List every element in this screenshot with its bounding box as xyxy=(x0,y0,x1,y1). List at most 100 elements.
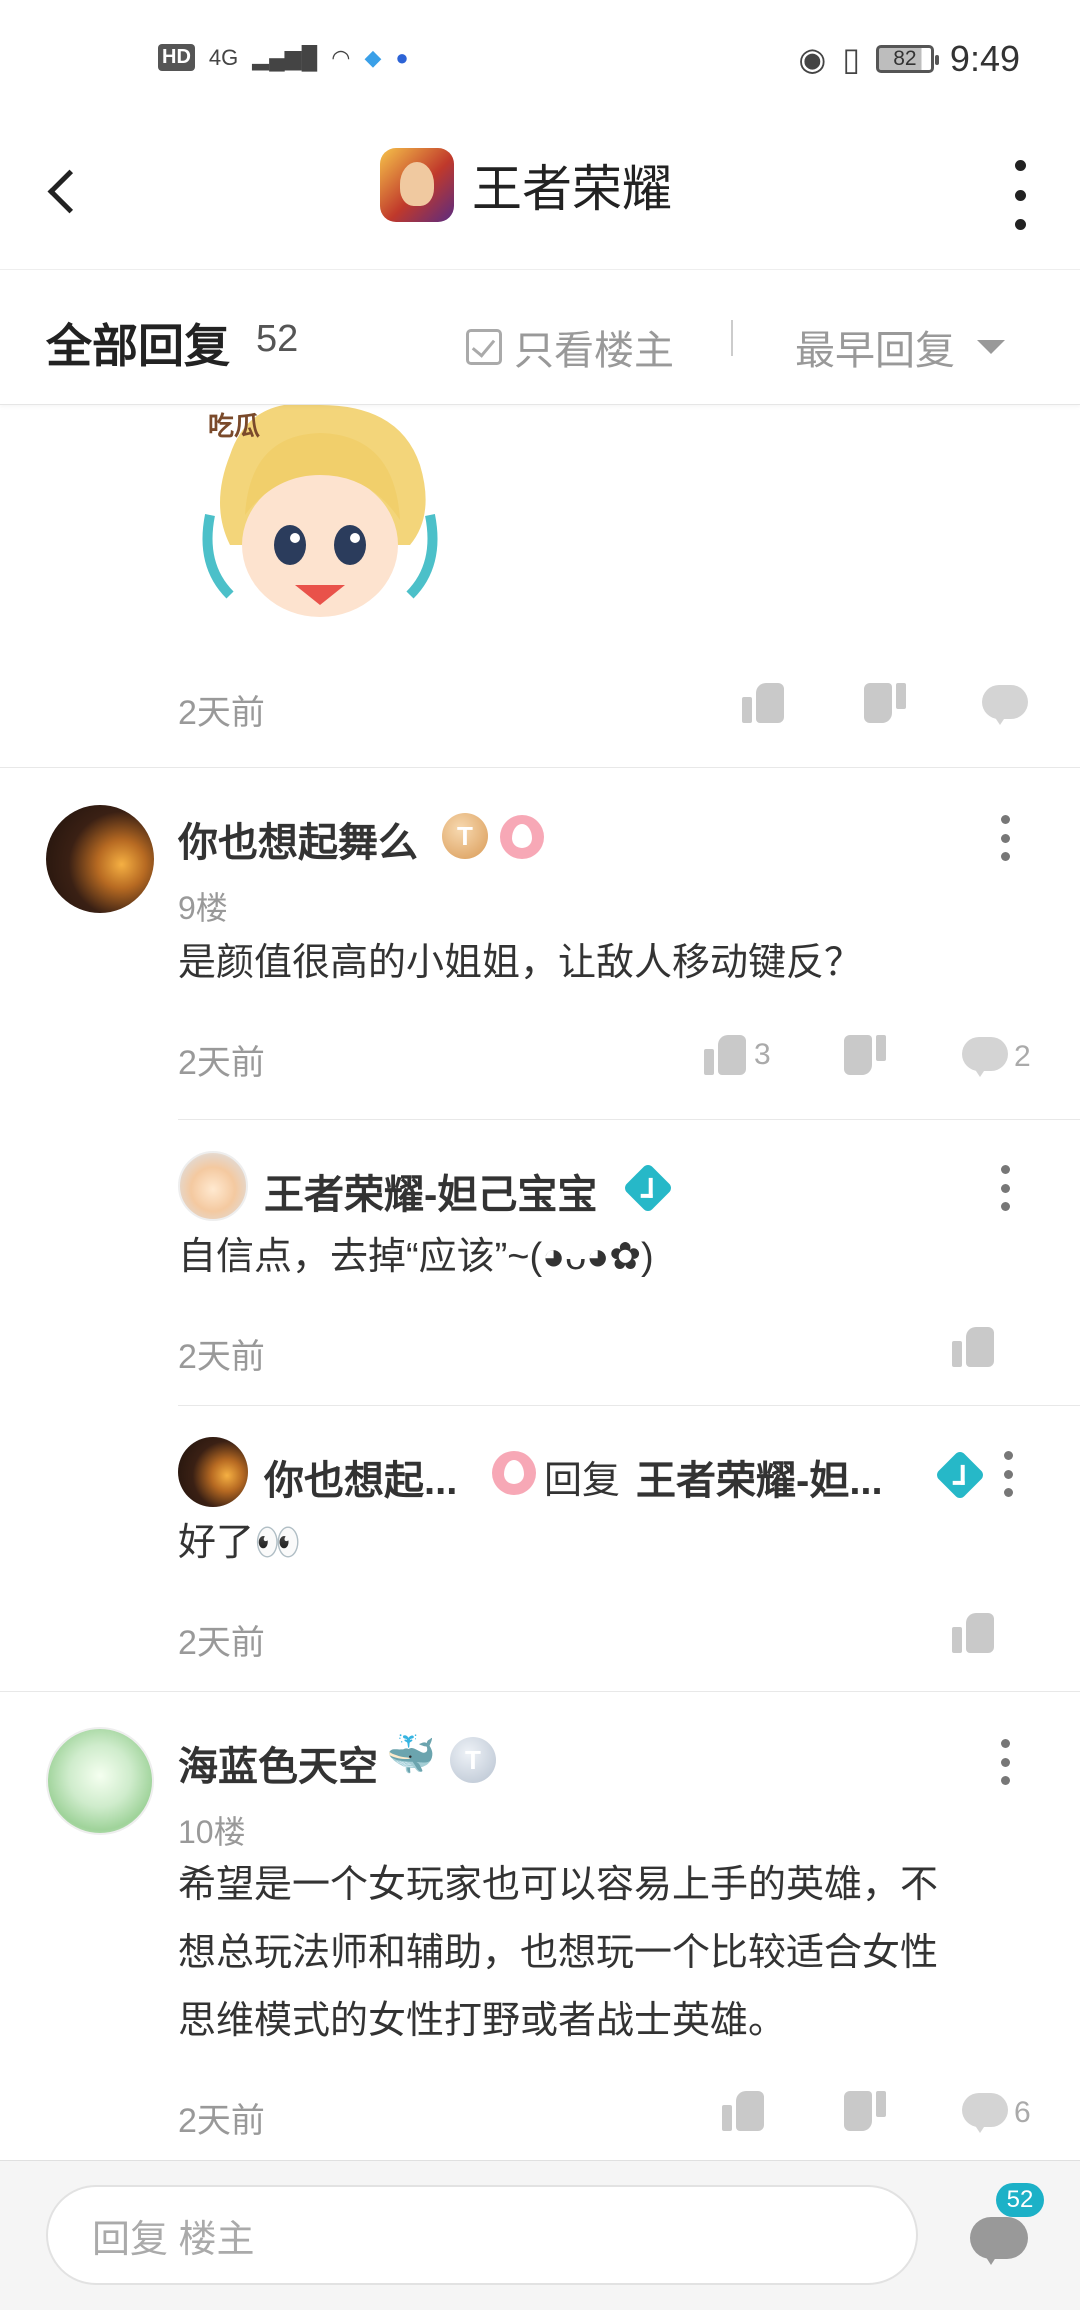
floor-number: 9楼 xyxy=(178,890,228,926)
verified-icon xyxy=(934,1449,986,1501)
all-replies-title: 全部回复 xyxy=(46,320,230,372)
like-button[interactable] xyxy=(952,1611,996,1655)
verified-icon xyxy=(622,1162,674,1214)
comment-more-icon[interactable] xyxy=(999,815,1011,861)
comment-author[interactable]: 海蓝色天空 xyxy=(178,1734,378,1792)
comment-time: 2天前 xyxy=(178,2102,265,2140)
reply-more-icon[interactable] xyxy=(999,1165,1011,1211)
divider xyxy=(0,767,1080,768)
like-button[interactable] xyxy=(722,2089,766,2133)
status-bar: HD 4G ▂▄▆█ ◠ ◆ ● ◉ ▯ 82 9:49 xyxy=(0,0,1080,120)
fire-badge-icon xyxy=(492,1451,536,1495)
page-title: 王者荣耀 xyxy=(472,161,672,217)
fire-badge-icon xyxy=(500,815,544,859)
thumbs-up-icon xyxy=(952,1611,996,1655)
network-type: 4G xyxy=(208,44,239,70)
status-time: 9:49 xyxy=(949,38,1020,79)
reply-filter-bar: 全部回复 52 只看楼主 最早回复 xyxy=(0,270,1080,405)
level-badge-icon: T xyxy=(450,1737,496,1783)
reply-more-icon[interactable] xyxy=(1002,1451,1014,1497)
title-bar: 王者荣耀 xyxy=(0,120,1080,270)
avatar[interactable] xyxy=(178,1151,248,1221)
like-button[interactable] xyxy=(742,681,786,725)
comment-button[interactable] xyxy=(982,685,1028,725)
like-button[interactable]: 3 xyxy=(704,1033,771,1077)
app-icon: ◆ xyxy=(364,44,382,70)
thumbs-up-icon xyxy=(722,2089,766,2133)
comment-button[interactable]: 2 xyxy=(962,1037,1031,1077)
hd-icon: HD xyxy=(158,44,195,71)
reply-list[interactable]: 吃瓜 2天前 你也想起舞么 T 9楼 是颜值很高的小姐姐，让敌人移动键反？ 2天… xyxy=(0,405,1080,2160)
battery-icon: 82 xyxy=(875,45,939,73)
comment-icon xyxy=(962,1037,1008,1077)
signal-icon: ▂▄▆█ xyxy=(252,44,318,70)
whale-icon: 🐳 xyxy=(386,1733,436,1777)
vibrate-icon: ▯ xyxy=(842,41,860,77)
like-button[interactable] xyxy=(952,1325,996,1369)
thumbs-down-icon xyxy=(842,1033,886,1077)
wifi-icon: ◠ xyxy=(331,44,351,70)
comment-author[interactable]: 你也想起舞么 xyxy=(178,810,418,868)
caret-down-icon xyxy=(977,340,1005,354)
svg-text:吃瓜: 吃瓜 xyxy=(208,412,260,442)
chevron-left-icon[interactable] xyxy=(40,162,90,222)
avatar[interactable] xyxy=(46,805,154,913)
reply-author[interactable]: 你也想起... xyxy=(264,1448,457,1506)
post-time: 2天前 xyxy=(178,694,265,732)
dislike-button[interactable] xyxy=(842,2089,886,2133)
divider xyxy=(178,1119,1080,1120)
dislike-button[interactable] xyxy=(842,1033,886,1077)
forum-title[interactable]: 王者荣耀 xyxy=(380,148,672,222)
sort-dropdown[interactable]: 最早回复 xyxy=(795,318,1005,376)
comment-text: 希望是一个女玩家也可以容易上手的英雄，不 想总玩法师和辅助，也想玩一个比较适合女… xyxy=(178,1851,1038,2055)
thumbs-up-icon xyxy=(742,681,786,725)
reply-word: 回复 xyxy=(544,1460,621,1502)
comment-text: 是颜值很高的小姐姐，让敌人移动键反？ xyxy=(178,942,863,984)
more-vertical-icon[interactable] xyxy=(1010,160,1030,230)
comment-line: 希望是一个女玩家也可以容易上手的英雄，不 xyxy=(178,1864,939,1906)
divider xyxy=(178,1405,1080,1406)
thumbs-up-icon xyxy=(704,1033,748,1077)
status-left: HD 4G ▂▄▆█ ◠ ◆ ● xyxy=(158,44,409,71)
avatar[interactable] xyxy=(178,1437,248,1507)
dislike-button[interactable] xyxy=(862,681,906,725)
reply-text: 自信点，去掉“应该”~(◕ᴗ◕✿) xyxy=(178,1236,654,1278)
comment-count-badge: 52 xyxy=(996,2183,1044,2217)
avatar[interactable] xyxy=(46,1727,154,1835)
reply-text: 好了👀 xyxy=(178,1522,302,1564)
level-badge-icon: T xyxy=(442,813,488,859)
reply-count: 6 xyxy=(1014,2096,1031,2129)
status-right: ◉ ▯ 82 9:49 xyxy=(798,38,1020,80)
only-op-toggle[interactable]: 只看楼主 xyxy=(466,318,674,376)
reply-time: 2天前 xyxy=(178,1338,265,1376)
reply-count: 52 xyxy=(256,318,299,360)
eye-icon: ◉ xyxy=(798,41,827,77)
reply-input[interactable]: 回复 楼主 xyxy=(46,2185,918,2285)
divider xyxy=(731,320,733,356)
divider xyxy=(0,1691,1080,1692)
floor-number: 10楼 xyxy=(178,1814,246,1850)
sticker-image: 吃瓜 xyxy=(202,405,438,617)
comment-time: 2天前 xyxy=(178,1044,265,1082)
bottom-bar: 回复 楼主 52 xyxy=(0,2160,1080,2310)
comment-more-icon[interactable] xyxy=(999,1739,1011,1785)
reply-count: 2 xyxy=(1014,1040,1031,1073)
comment-list-icon[interactable] xyxy=(970,2217,1028,2267)
reply-target[interactable]: 王者荣耀-妲... xyxy=(636,1448,883,1506)
only-op-label: 只看楼主 xyxy=(514,329,674,373)
game-logo-icon xyxy=(380,148,454,222)
reply-time: 2天前 xyxy=(178,1624,265,1662)
sort-label: 最早回复 xyxy=(795,329,955,373)
checkbox-icon xyxy=(466,329,502,365)
comment-line: 思维模式的女性打野或者战士英雄。 xyxy=(178,2000,787,2042)
like-count: 3 xyxy=(754,1038,771,1071)
comment-line: 想总玩法师和辅助，也想玩一个比较适合女性 xyxy=(178,1932,939,1974)
reply-author[interactable]: 王者荣耀-妲己宝宝 xyxy=(264,1162,597,1220)
thumbs-down-icon xyxy=(862,681,906,725)
baidu-icon: ● xyxy=(395,44,409,70)
thumbs-down-icon xyxy=(842,2089,886,2133)
thumbs-up-icon xyxy=(952,1325,996,1369)
comment-button[interactable]: 6 xyxy=(962,2093,1031,2133)
comment-icon xyxy=(962,2093,1008,2133)
comment-icon xyxy=(982,685,1028,725)
